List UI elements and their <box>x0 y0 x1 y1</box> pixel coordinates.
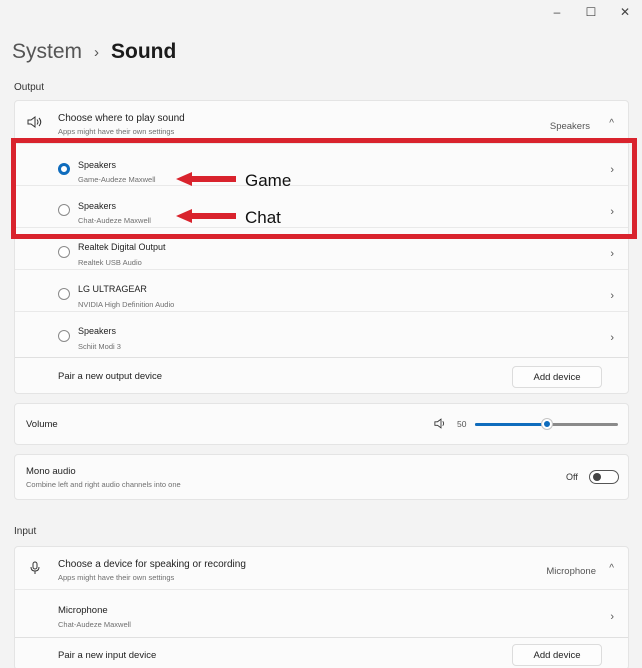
output-device-radio[interactable] <box>58 204 70 216</box>
input-device-selector[interactable]: Choose a device for speaking or recordin… <box>15 547 628 589</box>
output-device-radio[interactable] <box>58 330 70 342</box>
output-device-name: Speakers <box>78 160 117 170</box>
chevron-up-icon[interactable]: ^ <box>609 563 614 574</box>
input-selected-value: Microphone <box>546 566 596 577</box>
pair-input-row: Pair a new input device Add device <box>15 637 628 668</box>
mono-audio-card: Mono audio Combine left and right audio … <box>14 454 629 500</box>
output-device-name: Realtek Digital Output <box>78 242 166 252</box>
add-output-device-button[interactable]: Add device <box>512 366 602 388</box>
volume-slider-fill <box>475 423 547 426</box>
microphone-icon <box>30 561 40 578</box>
mono-audio-title: Mono audio <box>26 466 76 477</box>
volume-label: Volume <box>26 419 58 430</box>
minimize-button[interactable]: – <box>540 0 574 24</box>
maximize-button[interactable]: ☐ <box>574 0 608 24</box>
annotation-arrow-icon <box>176 209 236 223</box>
chevron-right-icon[interactable]: › <box>610 611 614 623</box>
output-device-radio[interactable] <box>58 288 70 300</box>
output-selected-value: Speakers <box>549 121 590 132</box>
input-section-label: Input <box>14 526 37 537</box>
volume-card: Volume 50 <box>14 403 629 445</box>
window-controls: – ☐ ✕ <box>540 0 642 24</box>
output-device-detail: Chat-Audeze Maxwell <box>78 216 151 225</box>
output-choose-title: Choose where to play sound <box>58 113 185 124</box>
pair-output-label: Pair a new output device <box>58 371 163 382</box>
breadcrumb-separator: › <box>94 43 100 61</box>
output-device-row[interactable]: Speakers Schiit Modi 3 › <box>15 311 628 353</box>
output-device-row[interactable]: Speakers Game-Audeze Maxwell › <box>15 143 628 185</box>
output-device-detail: Game-Audeze Maxwell <box>78 175 156 184</box>
output-device-name: Speakers <box>78 201 117 211</box>
mono-audio-subtitle: Combine left and right audio channels in… <box>26 480 181 489</box>
input-device-detail: Chat-Audeze Maxwell <box>58 620 131 629</box>
output-device-name: LG ULTRAGEAR <box>78 284 147 294</box>
input-card: Choose a device for speaking or recordin… <box>14 546 629 668</box>
pair-input-label: Pair a new input device <box>58 650 157 661</box>
chevron-right-icon[interactable]: › <box>610 164 614 176</box>
chevron-right-icon[interactable]: › <box>610 290 614 302</box>
input-choose-title: Choose a device for speaking or recordin… <box>58 559 246 570</box>
input-device-row[interactable]: Microphone Chat-Audeze Maxwell › <box>15 589 628 633</box>
breadcrumb: System › Sound <box>12 40 176 64</box>
mono-audio-toggle[interactable] <box>589 470 619 484</box>
output-device-row[interactable]: Realtek Digital Output Realtek USB Audio… <box>15 227 628 269</box>
volume-value: 50 <box>457 419 467 429</box>
output-device-detail: NVIDIA High Definition Audio <box>78 300 175 309</box>
volume-slider-thumb[interactable] <box>541 419 552 429</box>
annotation-arrow-icon <box>176 172 236 186</box>
mono-audio-state: Off <box>566 472 578 482</box>
breadcrumb-system[interactable]: System <box>12 40 82 64</box>
input-device-name: Microphone <box>58 605 108 616</box>
speaker-icon[interactable] <box>434 418 448 432</box>
annotation-game-label: Game <box>245 171 292 190</box>
output-device-row[interactable]: LG ULTRAGEAR NVIDIA High Definition Audi… <box>15 269 628 311</box>
output-card: Choose where to play sound Apps might ha… <box>14 100 629 394</box>
pair-output-row: Pair a new output device Add device <box>15 357 628 395</box>
chevron-right-icon[interactable]: › <box>610 332 614 344</box>
input-choose-subtitle: Apps might have their own settings <box>58 573 175 582</box>
output-device-radio[interactable] <box>58 246 70 258</box>
output-device-row[interactable]: Speakers Chat-Audeze Maxwell › <box>15 185 628 227</box>
annotation-chat-label: Chat <box>245 208 281 227</box>
output-device-detail: Schiit Modi 3 <box>78 342 121 351</box>
output-device-name: Speakers <box>78 326 117 336</box>
chevron-up-icon[interactable]: ^ <box>609 118 614 129</box>
page-title: Sound <box>111 40 177 63</box>
close-button[interactable]: ✕ <box>608 0 642 24</box>
output-device-selector[interactable]: Choose where to play sound Apps might ha… <box>15 101 628 143</box>
output-section-label: Output <box>14 82 45 93</box>
toggle-knob <box>593 473 601 481</box>
chevron-right-icon[interactable]: › <box>610 248 614 260</box>
chevron-right-icon[interactable]: › <box>610 206 614 218</box>
output-choose-subtitle: Apps might have their own settings <box>58 127 175 136</box>
output-device-radio[interactable] <box>58 163 70 175</box>
add-input-device-button[interactable]: Add device <box>512 644 602 666</box>
speaker-icon <box>27 116 43 131</box>
output-device-detail: Realtek USB Audio <box>78 258 142 267</box>
